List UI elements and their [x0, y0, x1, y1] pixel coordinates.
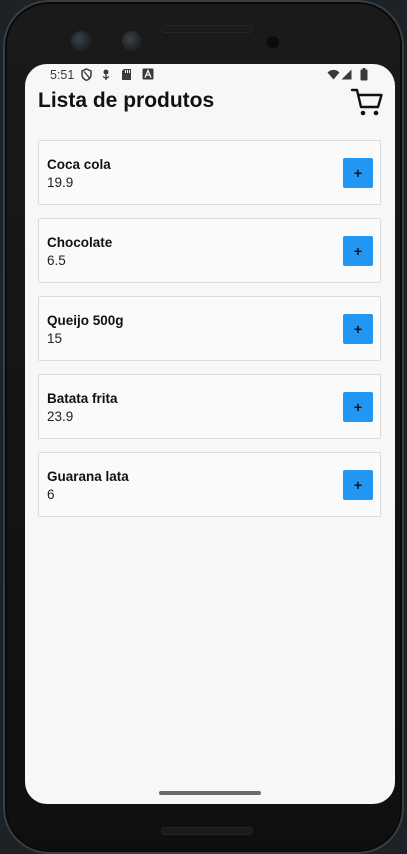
- add-to-cart-button[interactable]: +: [343, 470, 373, 500]
- bottom-speaker: [161, 827, 253, 835]
- app-screen: 5:51 Lista de produtos Coca cola 19.9 + …: [25, 64, 395, 804]
- product-list: Coca cola 19.9 + Chocolate 6.5 + Queijo …: [38, 140, 382, 530]
- product-card: Coca cola 19.9 +: [38, 140, 381, 205]
- product-name: Coca cola: [47, 157, 111, 172]
- add-to-cart-button[interactable]: +: [343, 236, 373, 266]
- front-camera-secondary: [122, 31, 142, 51]
- status-time: 5:51: [50, 68, 75, 82]
- signal-icon: [341, 69, 352, 80]
- usb-debug-icon: [102, 69, 110, 80]
- product-price: 6.5: [47, 253, 66, 268]
- page-title: Lista de produtos: [38, 89, 215, 112]
- add-to-cart-button[interactable]: +: [343, 314, 373, 344]
- product-price: 23.9: [47, 409, 74, 424]
- product-price: 15: [47, 331, 63, 346]
- wifi-icon: [327, 69, 340, 80]
- product-price: 19.9: [47, 175, 74, 190]
- product-card: Chocolate 6.5 +: [38, 218, 381, 283]
- add-to-cart-button[interactable]: +: [343, 392, 373, 422]
- front-camera: [71, 31, 91, 51]
- shield-icon: [81, 68, 92, 81]
- font-icon: [142, 68, 154, 80]
- home-gesture-bar[interactable]: [159, 791, 261, 795]
- product-card: Batata frita 23.9 +: [38, 374, 381, 439]
- add-to-cart-button[interactable]: +: [343, 158, 373, 188]
- proximity-sensor: [267, 36, 279, 48]
- phone-frame: 5:51 Lista de produtos Coca cola 19.9 + …: [3, 0, 404, 854]
- product-name: Guarana lata: [47, 469, 129, 484]
- product-card: Guarana lata 6 +: [38, 452, 381, 517]
- product-price: 6: [47, 487, 55, 502]
- product-name: Queijo 500g: [47, 313, 124, 328]
- status-bar: 5:51: [25, 64, 395, 86]
- battery-icon: [360, 68, 368, 81]
- product-name: Batata frita: [47, 391, 118, 406]
- earpiece-speaker: [161, 25, 253, 33]
- product-card: Queijo 500g 15 +: [38, 296, 381, 361]
- product-name: Chocolate: [47, 235, 113, 250]
- cart-icon[interactable]: [350, 87, 384, 117]
- sd-card-icon: [122, 69, 131, 80]
